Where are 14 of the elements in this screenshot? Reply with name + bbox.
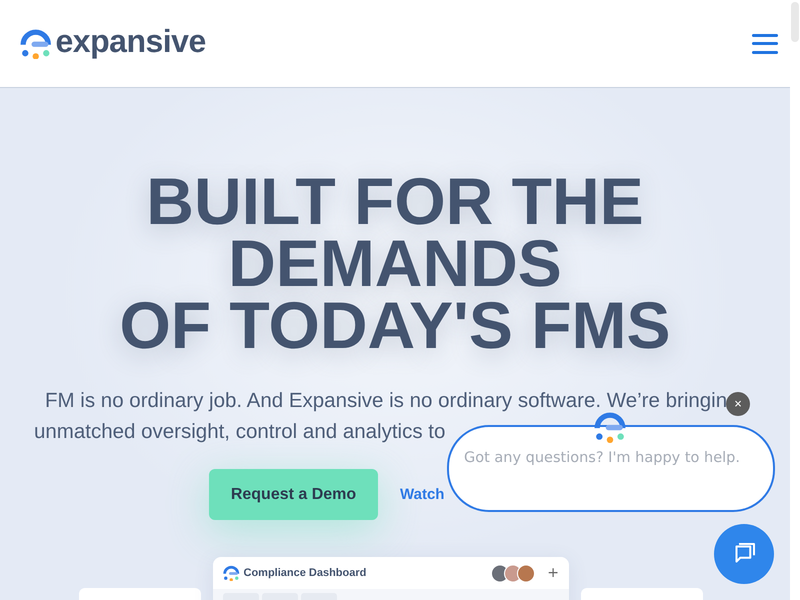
- watch-link[interactable]: Watch: [400, 486, 444, 503]
- request-demo-button[interactable]: Request a Demo: [209, 469, 378, 520]
- logo-icon: [223, 564, 240, 582]
- hero-intro-line: unmatched oversight, control and analytics to: [34, 421, 446, 443]
- hero-heading: BUILT FOR THE DEMANDS OF TODAY'S FMS: [119, 170, 671, 356]
- hero-intro-line: FM is no ordinary job. And Expansive is no ordinary software. We’re bringin: [45, 390, 728, 412]
- menu-icon[interactable]: [752, 34, 778, 54]
- brand-name: expansive: [56, 24, 206, 56]
- dashboard-title: Compliance Dashboard: [244, 567, 368, 579]
- avatars-icon: [491, 564, 536, 582]
- chat-logo-icon: [594, 411, 626, 443]
- chat-popup: Got any questions? I'm happy to help.: [447, 425, 775, 512]
- logo-icon: [20, 28, 52, 60]
- add-member-button[interactable]: +: [547, 565, 559, 581]
